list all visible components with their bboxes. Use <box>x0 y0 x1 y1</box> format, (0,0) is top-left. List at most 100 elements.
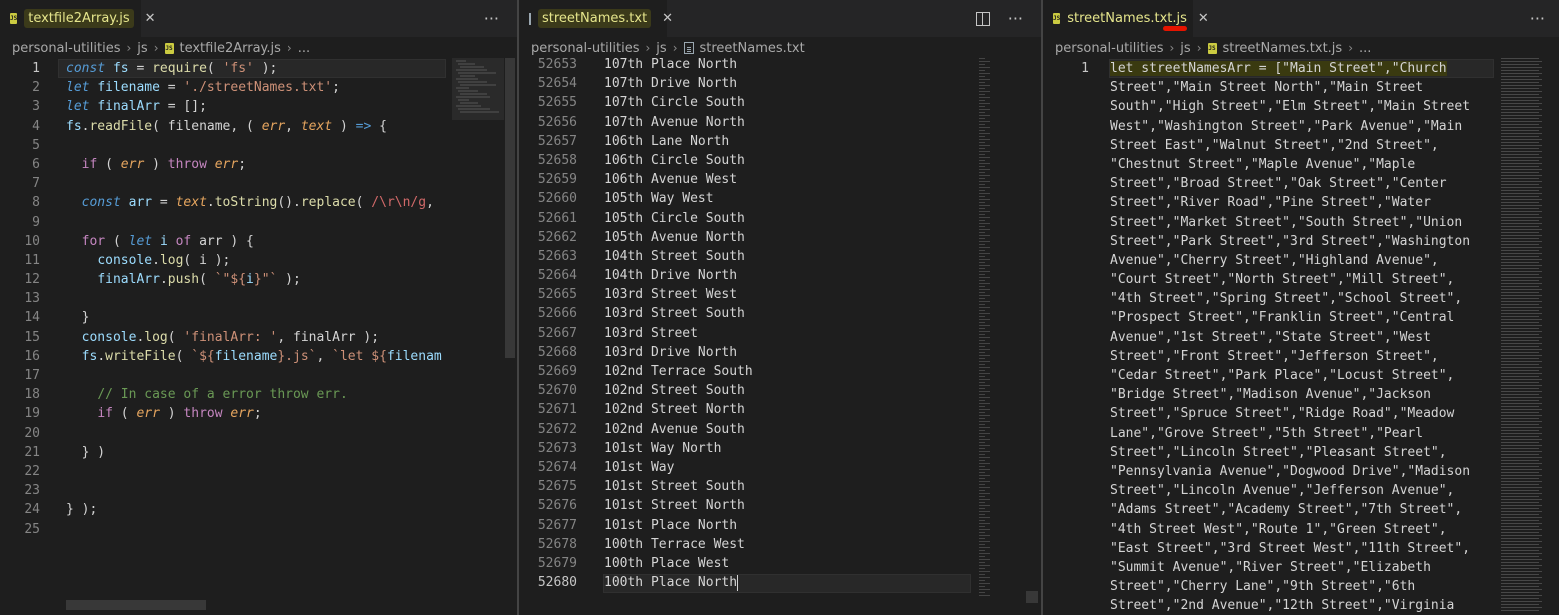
code-line[interactable]: const arr = text.toString().replace( /\r… <box>66 193 446 212</box>
code-line[interactable] <box>66 366 446 385</box>
wrapped-code-line[interactable]: "Summit Avenue","River Street","Elizabet… <box>1110 558 1495 577</box>
wrapped-code-line[interactable]: "4th Street West","Route 1","Green Stree… <box>1110 520 1495 539</box>
code-lines[interactable]: const fs = require( 'fs' ); let filename … <box>66 59 446 539</box>
text-line[interactable]: 102nd Avenue South <box>604 420 974 439</box>
wrapped-code-line[interactable]: Street","Park Street","3rd Street","Wash… <box>1110 232 1495 251</box>
code-line[interactable]: finalArr.push( `"${i}"` ); <box>66 270 446 289</box>
text-line[interactable]: 107th Place North <box>604 55 974 74</box>
code-line[interactable]: } <box>66 308 446 327</box>
wrapped-code-line[interactable]: Avenue","1st Street","State Street","Wes… <box>1110 328 1495 347</box>
text-line[interactable]: 106th Circle South <box>604 151 974 170</box>
breadcrumb-symbol[interactable]: ... <box>298 41 310 56</box>
code-line[interactable]: console.log( 'finalArr: ', finalArr ); <box>66 328 446 347</box>
text-editor[interactable]: 52653 52654 52655 52656 52657 52658 52659 52660… <box>519 55 1041 615</box>
wrapped-code-line[interactable]: let streetNamesArr = ["Main Street","Chu… <box>1110 59 1495 78</box>
wrapped-code-line[interactable]: Street","2nd Avenue","12th Street","Virg… <box>1110 596 1495 615</box>
wrapped-code-line[interactable]: "4th Street","Spring Street","School Str… <box>1110 289 1495 308</box>
breadcrumb-folder[interactable]: personal-utilities <box>1055 41 1163 56</box>
more-actions-icon[interactable]: ··· <box>1008 9 1023 28</box>
close-icon[interactable]: ✕ <box>145 11 156 26</box>
close-icon[interactable]: ✕ <box>1198 11 1209 26</box>
wrapped-code-line[interactable]: "Prospect Street","Franklin Street","Cen… <box>1110 308 1495 327</box>
code-line[interactable] <box>66 136 446 155</box>
text-line[interactable]: 103rd Street South <box>604 304 974 323</box>
text-line[interactable]: 107th Drive North <box>604 74 974 93</box>
more-actions-icon[interactable]: ··· <box>484 9 499 28</box>
breadcrumb-folder[interactable]: js <box>137 41 147 56</box>
text-line[interactable]: 101st Street North <box>604 496 974 515</box>
tab-textfile2array[interactable]: JS textfile2Array.js ✕ <box>0 0 156 37</box>
breadcrumb-symbol[interactable]: ... <box>1359 41 1371 56</box>
text-line[interactable]: 101st Street South <box>604 477 974 496</box>
text-line[interactable]: 101st Way <box>604 458 974 477</box>
text-line[interactable]: 105th Way West <box>604 189 974 208</box>
breadcrumb-folder[interactable]: js <box>1180 41 1190 56</box>
wrapped-code-line[interactable]: Street","Main Street North","Main Street <box>1110 78 1495 97</box>
close-icon[interactable]: ✕ <box>662 11 673 26</box>
wrapped-code-line[interactable]: Lane","Grove Street","5th Street","Pearl <box>1110 424 1495 443</box>
tab-streetnames-txt[interactable]: streetNames.txt ✕ <box>519 0 673 37</box>
wrapped-code-line[interactable]: "Pennsylvania Avenue","Dogwood Drive","M… <box>1110 462 1495 481</box>
text-line[interactable]: 104th Drive North <box>604 266 974 285</box>
code-line[interactable] <box>66 213 446 232</box>
wrapped-code-line[interactable]: Street","Broad Street","Oak Street","Cen… <box>1110 174 1495 193</box>
vertical-scrollbar[interactable] <box>505 58 515 358</box>
text-line[interactable]: 102nd Street North <box>604 400 974 419</box>
code-line[interactable]: if ( err ) throw err; <box>66 404 446 423</box>
text-line[interactable]: 106th Avenue West <box>604 170 974 189</box>
code-line[interactable] <box>66 481 446 500</box>
breadcrumb-folder[interactable]: personal-utilities <box>12 41 120 56</box>
wrapped-code-line[interactable]: "Chestnut Street","Maple Avenue","Maple <box>1110 155 1495 174</box>
code-line[interactable]: fs.writeFile( `${filename}.js`, `let ${f… <box>66 347 446 366</box>
code-line[interactable]: if ( err ) throw err; <box>66 155 446 174</box>
text-line[interactable]: 103rd Street West <box>604 285 974 304</box>
code-editor[interactable]: 1 let streetNamesArr = ["Main Street","C… <box>1043 58 1559 615</box>
minimap[interactable] <box>979 58 997 603</box>
wrapped-code-line[interactable]: Avenue","Cherry Street","Highland Avenue… <box>1110 251 1495 270</box>
code-editor[interactable]: 1 2 3 4 5 6 7 8 9 10 11 12 13 14 15 16 17 18 19 20 21 22 23 24 2… <box>0 58 517 615</box>
text-line[interactable]: 105th Avenue North <box>604 228 974 247</box>
text-lines[interactable]: 107th Place North 107th Drive North 107th … <box>604 55 974 592</box>
minimap[interactable] <box>1501 58 1545 615</box>
wrapped-code-line[interactable]: Street","Lincoln Avenue","Jefferson Aven… <box>1110 481 1495 500</box>
text-line[interactable]: 102nd Terrace South <box>604 362 974 381</box>
text-line[interactable]: 100th Terrace West <box>604 535 974 554</box>
wrapped-code-line[interactable]: Street","Spruce Street","Ridge Road","Me… <box>1110 404 1495 423</box>
code-line[interactable]: for ( let i of arr ) { <box>66 232 446 251</box>
code-lines[interactable]: let streetNamesArr = ["Main Street","Chu… <box>1110 59 1495 615</box>
code-line[interactable] <box>66 520 446 539</box>
breadcrumb-folder[interactable]: personal-utilities <box>531 41 639 56</box>
text-line[interactable]: 101st Place North <box>604 516 974 535</box>
wrapped-code-line[interactable]: Street","Market Street","South Street","… <box>1110 213 1495 232</box>
horizontal-scrollbar[interactable] <box>66 600 206 610</box>
code-line[interactable]: let filename = './streetNames.txt'; <box>66 78 446 97</box>
wrapped-code-line[interactable]: "Adams Street","Academy Street","7th Str… <box>1110 500 1495 519</box>
breadcrumb-file[interactable]: textfile2Array.js <box>180 41 281 56</box>
code-line[interactable]: } ) <box>66 443 446 462</box>
code-line[interactable]: console.log( i ); <box>66 251 446 270</box>
wrapped-code-line[interactable]: "East Street","3rd Street West","11th St… <box>1110 539 1495 558</box>
text-line[interactable]: 103rd Drive North <box>604 343 974 362</box>
wrapped-code-line[interactable]: South","High Street","Elm Street","Main … <box>1110 97 1495 116</box>
wrapped-code-line[interactable]: Street","Front Street","Jefferson Street… <box>1110 347 1495 366</box>
more-actions-icon[interactable]: ··· <box>1530 9 1545 28</box>
wrapped-code-line[interactable]: "Court Street","North Street","Mill Stre… <box>1110 270 1495 289</box>
code-line[interactable]: let finalArr = []; <box>66 97 446 116</box>
vertical-scrollbar-thumb[interactable] <box>1026 591 1038 603</box>
code-line[interactable]: const fs = require( 'fs' ); <box>66 59 446 78</box>
code-line[interactable] <box>66 424 446 443</box>
text-line[interactable]: 105th Circle South <box>604 209 974 228</box>
wrapped-code-line[interactable]: Street","River Road","Pine Street","Wate… <box>1110 193 1495 212</box>
breadcrumb-folder[interactable]: js <box>656 41 666 56</box>
wrapped-code-line[interactable]: Street","Lincoln Street","Pleasant Stree… <box>1110 443 1495 462</box>
text-line[interactable]: 107th Avenue North <box>604 113 974 132</box>
wrapped-code-line[interactable]: West","Washington Street","Park Avenue",… <box>1110 117 1495 136</box>
text-line[interactable]: 100th Place North <box>604 573 974 592</box>
code-line[interactable] <box>66 174 446 193</box>
code-line[interactable] <box>66 289 446 308</box>
minimap[interactable] <box>452 58 504 128</box>
wrapped-code-line[interactable]: Street East","Walnut Street","2nd Street… <box>1110 136 1495 155</box>
code-line[interactable]: // In case of a error throw err. <box>66 385 446 404</box>
text-line[interactable]: 104th Street South <box>604 247 974 266</box>
tab-streetnames-txt-js[interactable]: JS streetNames.txt.js ✕ <box>1043 0 1209 37</box>
